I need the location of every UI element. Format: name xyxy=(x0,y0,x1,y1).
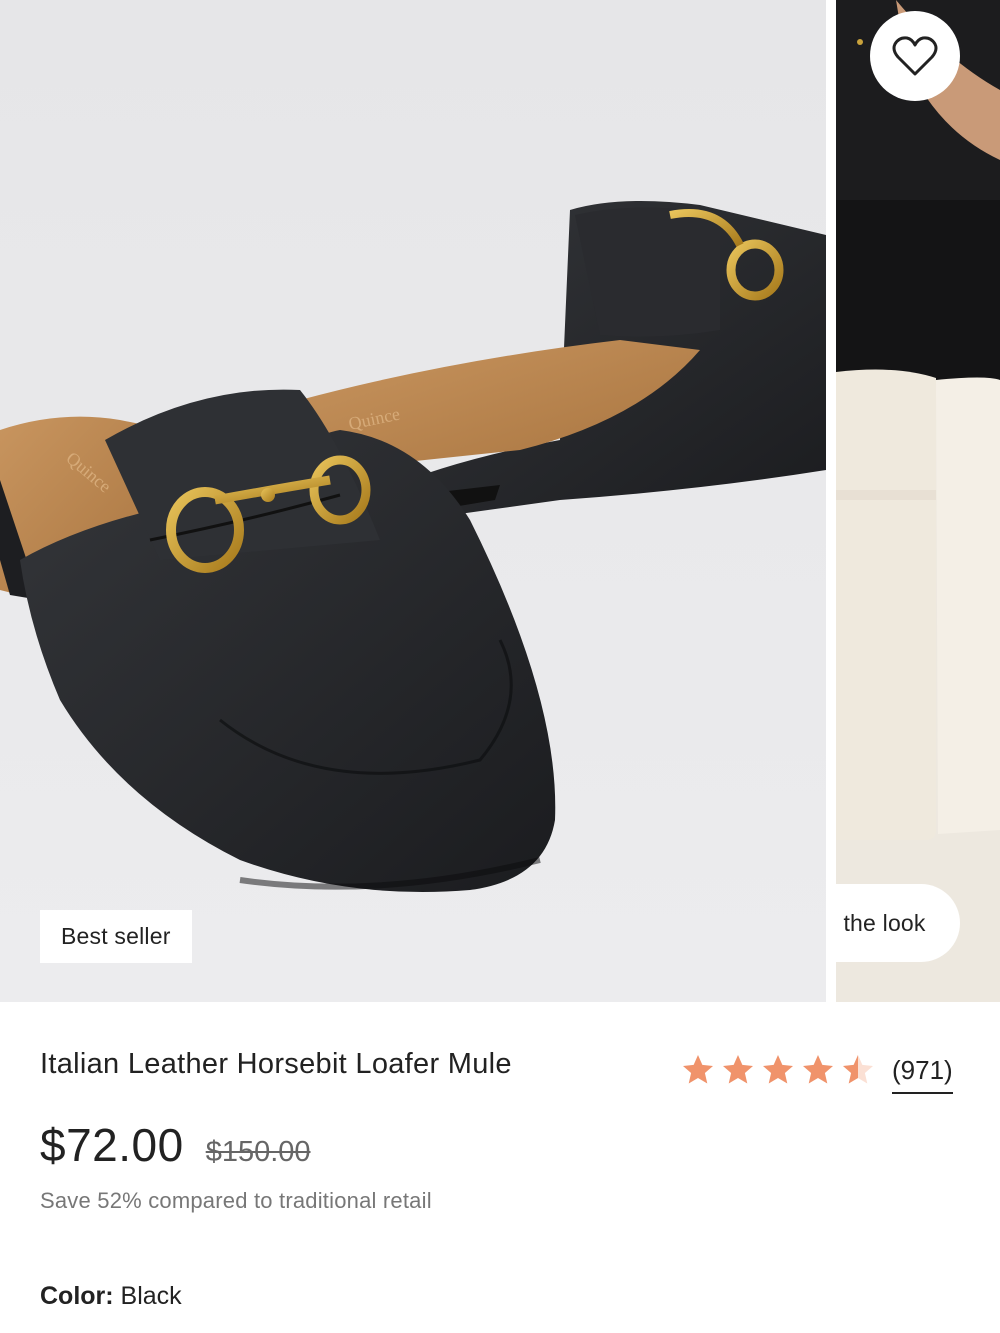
star-full-icon xyxy=(803,1055,833,1084)
product-title: Italian Leather Horsebit Loafer Mule xyxy=(40,1048,512,1080)
color-value: Black xyxy=(120,1282,182,1310)
color-selection: Color: Black xyxy=(40,1282,182,1311)
sale-price: $72.00 xyxy=(40,1119,184,1171)
product-rating[interactable]: (971) xyxy=(680,1046,953,1094)
review-count-link[interactable]: (971) xyxy=(892,1054,953,1094)
lifestyle-photo xyxy=(836,0,1000,1002)
star-full-icon xyxy=(683,1055,713,1084)
shop-the-look-button[interactable]: Shop the look xyxy=(836,884,960,962)
star-full-icon xyxy=(763,1055,793,1084)
product-image-next[interactable]: Shop the look xyxy=(836,0,1000,1002)
wishlist-button[interactable] xyxy=(870,11,960,101)
color-label: Color: xyxy=(40,1282,121,1310)
product-image-gallery[interactable]: Quince Quince Best seller Shop the look xyxy=(0,0,1000,1002)
product-image-main[interactable]: Quince Quince Best seller xyxy=(0,0,826,1002)
star-half-icon xyxy=(843,1055,873,1084)
price-row: $72.00 $150.00 xyxy=(40,1118,311,1172)
star-full-icon xyxy=(723,1055,753,1084)
product-info: Italian Leather Horsebit Loafer Mule (97… xyxy=(0,1002,1000,1333)
original-price: $150.00 xyxy=(205,1136,311,1168)
star-rating xyxy=(680,1052,876,1088)
savings-text: Save 52% compared to traditional retail xyxy=(40,1188,432,1213)
best-seller-badge: Best seller xyxy=(40,910,192,963)
loafer-mule-photo: Quince Quince xyxy=(0,0,826,1002)
heart-outline-icon xyxy=(892,36,938,76)
